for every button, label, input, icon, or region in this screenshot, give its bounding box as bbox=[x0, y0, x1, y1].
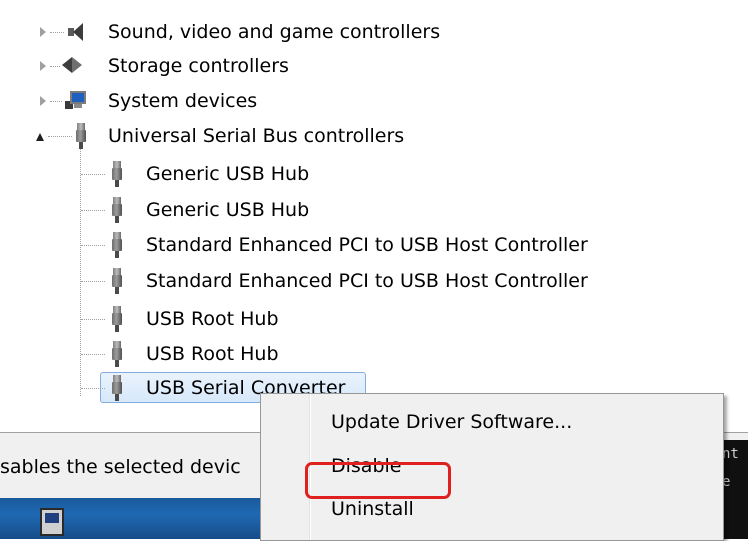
tree-item-label: USB Root Hub bbox=[146, 308, 279, 330]
usb-icon bbox=[74, 122, 88, 150]
tree-node-label: Sound, video and game controllers bbox=[108, 21, 441, 43]
annotation-highlight-box bbox=[305, 462, 451, 499]
tree-node-storage-controllers[interactable]: Storage controllers bbox=[0, 51, 748, 81]
tree-item-label: Generic USB Hub bbox=[146, 163, 310, 185]
usb-icon bbox=[110, 160, 124, 188]
tree-connector bbox=[48, 136, 72, 137]
usb-icon bbox=[110, 340, 124, 368]
tree-item-label: Standard Enhanced PCI to USB Host Contro… bbox=[146, 234, 588, 256]
usb-icon bbox=[110, 305, 124, 333]
expand-arrow-icon[interactable] bbox=[40, 27, 46, 37]
status-text: sables the selected devic bbox=[0, 456, 241, 478]
usb-icon bbox=[110, 374, 124, 402]
tree-node-label: Universal Serial Bus controllers bbox=[108, 125, 405, 147]
tree-connector bbox=[81, 388, 105, 389]
storage-controller-icon bbox=[62, 54, 86, 76]
device-tree: Sound, video and game controllers Storag… bbox=[0, 0, 748, 410]
computer-icon[interactable] bbox=[40, 508, 64, 536]
menu-item-update-driver[interactable]: Update Driver Software... bbox=[331, 410, 572, 434]
tree-connector bbox=[81, 245, 105, 246]
tree-item-usb-root-hub[interactable]: USB Root Hub bbox=[0, 304, 748, 334]
tree-connector bbox=[50, 66, 60, 67]
usb-icon bbox=[110, 231, 124, 259]
collapse-arrow-icon[interactable] bbox=[36, 133, 44, 141]
tree-connector bbox=[81, 281, 105, 282]
console-line: e bbox=[722, 474, 731, 490]
system-device-icon bbox=[64, 89, 88, 111]
tree-node-usb-controllers[interactable]: Universal Serial Bus controllers bbox=[0, 121, 748, 151]
tree-connector bbox=[81, 319, 105, 320]
tree-node-label: Storage controllers bbox=[108, 55, 289, 77]
usb-icon bbox=[110, 267, 124, 295]
tree-item-usb-root-hub[interactable]: USB Root Hub bbox=[0, 339, 748, 369]
tree-item-generic-usb-hub[interactable]: Generic USB Hub bbox=[0, 159, 748, 189]
tree-node-sound-video-game[interactable]: Sound, video and game controllers bbox=[0, 17, 748, 47]
expand-arrow-icon[interactable] bbox=[40, 61, 46, 71]
tree-connector bbox=[81, 354, 105, 355]
tree-item-label: Generic USB Hub bbox=[146, 199, 310, 221]
menu-item-uninstall[interactable]: Uninstall bbox=[331, 497, 414, 521]
usb-icon bbox=[110, 196, 124, 224]
tree-node-label: System devices bbox=[108, 90, 258, 112]
tree-item-enhanced-pci-usb-host-controller[interactable]: Standard Enhanced PCI to USB Host Contro… bbox=[0, 230, 748, 260]
expand-arrow-icon[interactable] bbox=[40, 96, 46, 106]
tree-item-label: Standard Enhanced PCI to USB Host Contro… bbox=[146, 270, 588, 292]
tree-item-generic-usb-hub[interactable]: Generic USB Hub bbox=[0, 195, 748, 225]
tree-connector bbox=[50, 32, 64, 33]
tree-node-system-devices[interactable]: System devices bbox=[0, 86, 748, 116]
tree-connector bbox=[50, 101, 62, 102]
tree-item-label: USB Root Hub bbox=[146, 343, 279, 365]
tree-item-enhanced-pci-usb-host-controller[interactable]: Standard Enhanced PCI to USB Host Contro… bbox=[0, 266, 748, 296]
console-line: nt bbox=[722, 446, 739, 462]
speaker-icon bbox=[66, 21, 88, 43]
tree-connector bbox=[81, 210, 105, 211]
tree-connector bbox=[81, 174, 105, 175]
